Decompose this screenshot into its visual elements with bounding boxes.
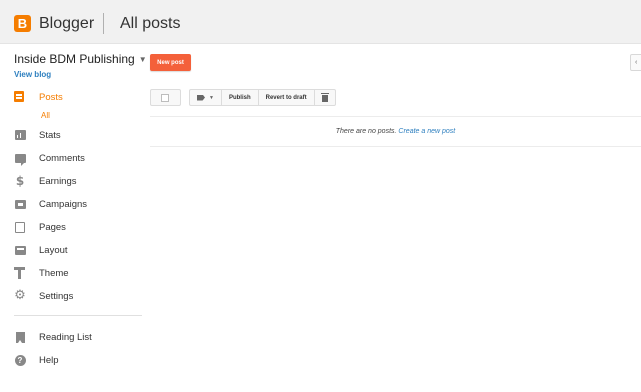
sidebar-item-earnings[interactable]: $ Earnings [14,172,144,190]
chevron-down-icon: ▼ [138,55,147,65]
chevron-down-icon: ▼ [209,94,214,101]
label-dropdown-button[interactable]: ▼ [190,90,222,105]
new-post-button[interactable]: New post [150,54,191,71]
sidebar-item-settings[interactable]: ⚙ Settings [14,287,144,305]
dollar-icon: $ [15,174,25,188]
view-blog-link[interactable]: View blog [14,70,51,79]
sidebar-item-label: Settings [39,290,74,302]
right-edge-button[interactable]: ‹ [630,54,641,71]
sidebar-item-label: Pages [39,221,66,233]
post-actions-toolbar: ▼ Publish Revert to draft [189,89,336,106]
create-post-link[interactable]: Create a new post [398,128,455,135]
sidebar-item-label: Reading List [39,331,92,343]
list-top-divider [150,116,641,117]
tag-icon [197,94,205,101]
sidebar-item-stats[interactable]: Stats [14,126,144,144]
select-all-control[interactable] [150,89,181,106]
campaigns-icon [14,199,26,209]
sidebar-item-label: Comments [39,152,85,164]
sidebar-item-label: Help [39,354,59,366]
posts-icon [14,91,26,103]
sidebar-item-label: Posts [39,91,63,103]
comments-icon [14,153,26,166]
top-bar: B Blogger All posts [0,0,641,44]
layout-icon [14,245,26,255]
pages-icon [15,221,25,233]
sidebar-item-label: Campaigns [39,198,88,210]
sidebar-item-help[interactable]: ? Help [14,351,144,369]
empty-state-text: There are no posts. [335,128,397,135]
sidebar-divider [14,315,142,316]
sidebar-item-label: Theme [39,267,69,279]
sidebar-item-label: Layout [39,244,68,256]
sidebar-item-label: Earnings [39,175,77,187]
sidebar-item-comments[interactable]: Comments [14,149,144,167]
sidebar-item-pages[interactable]: Pages [14,218,144,236]
sidebar-item-reading-list[interactable]: Reading List [14,328,144,346]
sidebar-item-theme[interactable]: Theme [14,264,144,282]
help-icon: ? [14,354,26,366]
header-divider [103,13,104,34]
bookmark-icon [15,331,25,343]
sidebar-item-posts[interactable]: Posts [14,88,144,106]
empty-state-message: There are no posts. Create a new post [150,128,641,135]
blogger-logo-icon[interactable]: B [14,15,31,32]
sidebar-item-label: Stats [39,129,61,141]
blog-name: Inside BDM Publishing [14,52,135,66]
publish-button[interactable]: Publish [222,90,259,105]
select-all-checkbox[interactable] [161,94,169,102]
delete-button[interactable] [315,90,335,105]
gear-icon: ⚙ [14,288,26,303]
stats-icon [14,130,26,140]
sidebar-item-layout[interactable]: Layout [14,241,144,259]
sidebar-item-campaigns[interactable]: Campaigns [14,195,144,213]
theme-icon [14,267,26,279]
trash-icon [320,92,329,102]
blog-selector[interactable]: Inside BDM Publishing ▼ [14,52,147,66]
revert-to-draft-button[interactable]: Revert to draft [259,90,315,105]
page-title: All posts [120,15,181,32]
brand-name[interactable]: Blogger [39,15,94,33]
sidebar-subitem-all[interactable]: All [41,111,50,120]
list-bottom-divider [150,146,641,147]
